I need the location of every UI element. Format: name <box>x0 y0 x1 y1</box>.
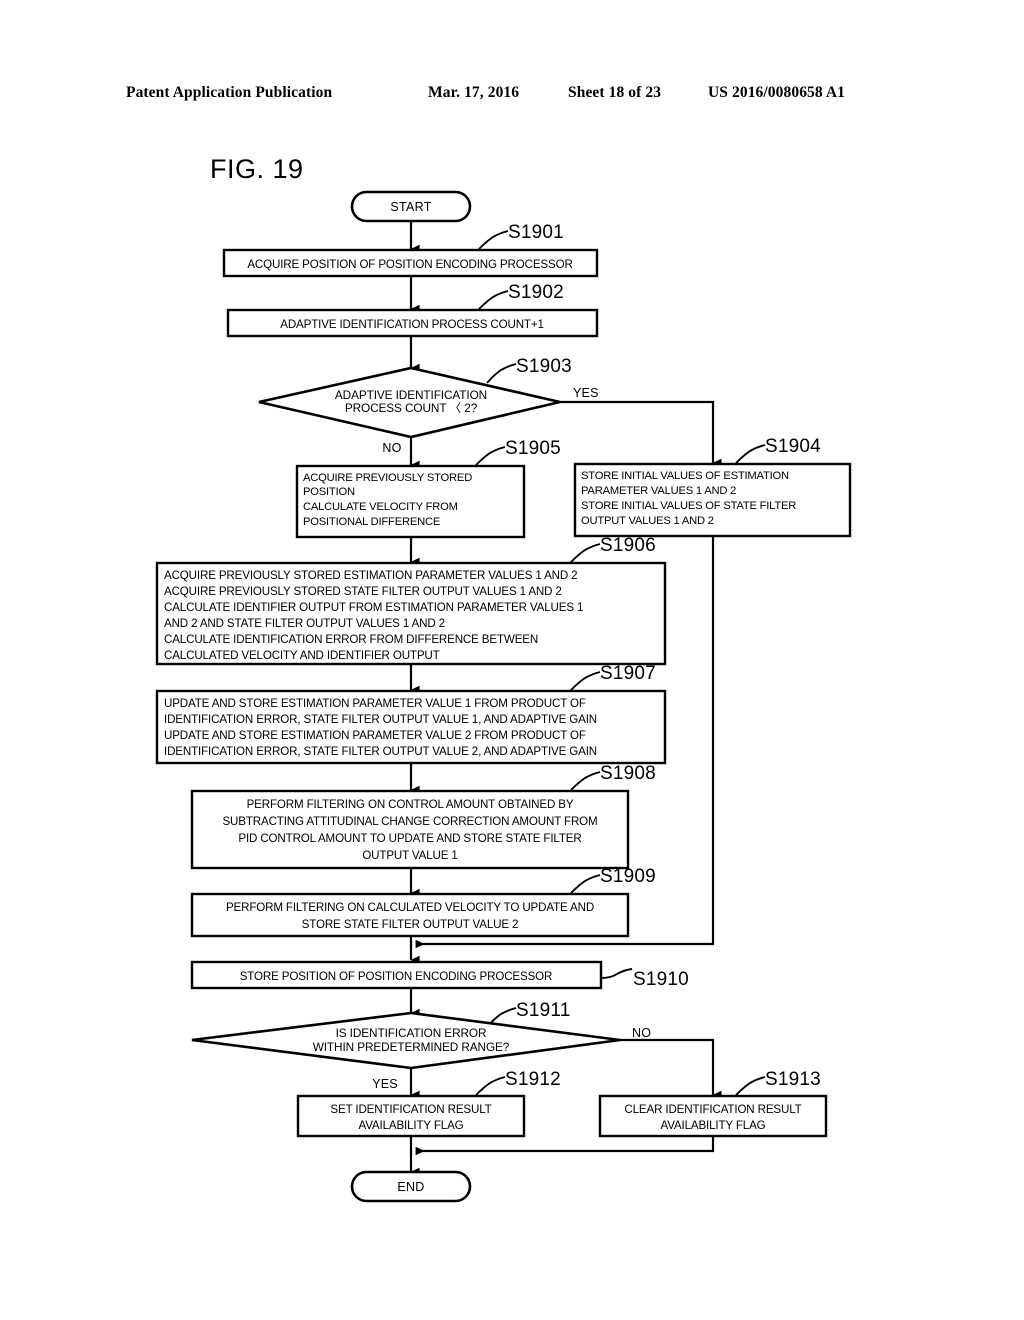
s1912-line-1: AVAILABILITY FLAG <box>358 1119 463 1132</box>
node-s1904[interactable]: STORE INITIAL VALUES OF ESTIMATION PARAM… <box>573 462 852 538</box>
step-label-s1908: S1908 <box>600 763 656 784</box>
leader-s1901 <box>478 230 509 250</box>
s1909-line-0: PERFORM FILTERING ON CALCULATED VELOCITY… <box>226 901 594 914</box>
node-s1902[interactable]: ADAPTIVE IDENTIFICATION PROCESS COUNT+1 <box>226 308 599 338</box>
end-label: END <box>397 1180 424 1194</box>
s1907-line-2: UPDATE AND STORE ESTIMATION PARAMETER VA… <box>164 729 586 742</box>
node-s1901[interactable]: ACQUIRE POSITION OF POSITION ENCODING PR… <box>222 248 599 278</box>
branch-label-s1903-no: NO <box>382 441 401 455</box>
s1910-line-0: STORE POSITION OF POSITION ENCODING PROC… <box>240 970 553 983</box>
leader-s1902 <box>478 290 509 310</box>
s1906-line-2: CALCULATE IDENTIFIER OUTPUT FROM ESTIMAT… <box>164 601 583 614</box>
node-s1906[interactable]: ACQUIRE PREVIOUSLY STORED ESTIMATION PAR… <box>155 561 667 666</box>
branch-label-s1903-yes: YES <box>573 386 599 400</box>
step-label-s1902: S1902 <box>508 282 564 303</box>
s1905-line-1: POSITION <box>303 486 355 498</box>
node-end[interactable]: END <box>350 1170 472 1203</box>
s1904-line-3: OUTPUT VALUES 1 AND 2 <box>581 515 714 527</box>
step-label-s1909: S1909 <box>600 866 656 887</box>
leader-s1913 <box>735 1076 766 1096</box>
s1909-line-1: STORE STATE FILTER OUTPUT VALUE 2 <box>302 918 519 931</box>
branch-label-s1911-yes: YES <box>372 1077 398 1091</box>
leader-s1909 <box>570 874 601 894</box>
s1913-line-0: CLEAR IDENTIFICATION RESULT <box>624 1103 801 1116</box>
s1908-line-3: OUTPUT VALUE 1 <box>362 849 457 862</box>
node-s1913[interactable]: CLEAR IDENTIFICATION RESULT AVAILABILITY… <box>598 1094 828 1138</box>
s1906-line-0: ACQUIRE PREVIOUSLY STORED ESTIMATION PAR… <box>164 569 577 582</box>
step-label-s1903: S1903 <box>516 356 572 377</box>
step-label-s1905: S1905 <box>505 438 561 459</box>
node-s1912[interactable]: SET IDENTIFICATION RESULT AVAILABILITY F… <box>296 1094 526 1138</box>
node-s1909[interactable]: PERFORM FILTERING ON CALCULATED VELOCITY… <box>190 892 630 938</box>
step-label-s1901: S1901 <box>508 222 564 243</box>
leader-s1912 <box>475 1076 506 1096</box>
s1905-line-3: POSITIONAL DIFFERENCE <box>303 516 440 528</box>
s1911-line-0: IS IDENTIFICATION ERROR <box>336 1026 487 1040</box>
leader-s1910 <box>600 968 633 979</box>
s1911-line-1: WITHIN PREDETERMINED RANGE? <box>313 1040 510 1054</box>
edge-s1903-yes-to-s1904 <box>560 400 722 468</box>
step-label-s1904: S1904 <box>765 436 821 457</box>
step-label-s1911: S1911 <box>516 1000 571 1021</box>
node-start[interactable]: START <box>350 190 472 223</box>
s1905-line-2: CALCULATE VELOCITY FROM <box>303 501 458 513</box>
s1906-line-4: CALCULATE IDENTIFICATION ERROR FROM DIFF… <box>164 633 538 646</box>
leader-s1908 <box>570 771 601 791</box>
step-label-s1906: S1906 <box>600 535 656 556</box>
s1907-line-1: IDENTIFICATION ERROR, STATE FILTER OUTPU… <box>164 713 597 726</box>
s1905-line-0: ACQUIRE PREVIOUSLY STORED <box>303 472 472 484</box>
leader-s1903 <box>486 363 517 384</box>
leader-s1904 <box>735 444 766 464</box>
s1906-line-3: AND 2 AND STATE FILTER OUTPUT VALUES 1 A… <box>164 617 445 630</box>
s1907-line-0: UPDATE AND STORE ESTIMATION PARAMETER VA… <box>164 697 586 710</box>
leader-s1907 <box>570 671 601 691</box>
node-s1905[interactable]: ACQUIRE PREVIOUSLY STORED POSITION CALCU… <box>295 464 526 539</box>
edge-s1913-to-end <box>415 1136 715 1156</box>
patent-figure-page: Patent Application Publication Mar. 17, … <box>0 0 1024 1320</box>
start-label: START <box>390 200 431 214</box>
node-s1907[interactable]: UPDATE AND STORE ESTIMATION PARAMETER VA… <box>155 689 667 765</box>
step-label-s1913: S1913 <box>765 1069 821 1090</box>
branch-label-s1911-no: NO <box>632 1026 651 1040</box>
s1906-line-1: ACQUIRE PREVIOUSLY STORED STATE FILTER O… <box>164 585 562 598</box>
s1904-line-0: STORE INITIAL VALUES OF ESTIMATION <box>581 470 789 482</box>
s1901-line-0: ACQUIRE POSITION OF POSITION ENCODING PR… <box>247 258 572 271</box>
leader-s1905 <box>475 446 506 466</box>
s1903-line-0: ADAPTIVE IDENTIFICATION <box>335 388 487 402</box>
step-label-s1912: S1912 <box>505 1069 561 1090</box>
s1908-line-2: PID CONTROL AMOUNT TO UPDATE AND STORE S… <box>238 832 581 845</box>
s1912-line-0: SET IDENTIFICATION RESULT <box>330 1103 491 1116</box>
edge-s1911-no-to-s1913 <box>620 1038 722 1100</box>
node-s1903[interactable]: ADAPTIVE IDENTIFICATION PROCESS COUNT 〈 … <box>258 366 561 439</box>
s1908-line-1: SUBTRACTING ATTITUDINAL CHANGE CORRECTIO… <box>222 815 597 828</box>
node-s1911[interactable]: IS IDENTIFICATION ERROR WITHIN PREDETERM… <box>191 1011 621 1070</box>
s1907-line-3: IDENTIFICATION ERROR, STATE FILTER OUTPU… <box>164 745 597 758</box>
flowchart-canvas: START ACQUIRE POSITION OF POSITION ENCOD… <box>155 190 852 1203</box>
s1903-line-1: PROCESS COUNT 〈 2? <box>345 401 478 415</box>
s1913-line-1: AVAILABILITY FLAG <box>660 1119 765 1132</box>
step-label-s1907: S1907 <box>600 663 656 684</box>
s1906-line-5: CALCULATED VELOCITY AND IDENTIFIER OUTPU… <box>164 649 440 662</box>
leader-s1906 <box>570 543 601 563</box>
s1908-line-0: PERFORM FILTERING ON CONTROL AMOUNT OBTA… <box>247 798 574 811</box>
s1904-line-1: PARAMETER VALUES 1 AND 2 <box>581 485 736 497</box>
node-s1910[interactable]: STORE POSITION OF POSITION ENCODING PROC… <box>190 960 603 990</box>
node-s1908[interactable]: PERFORM FILTERING ON CONTROL AMOUNT OBTA… <box>190 789 630 870</box>
s1904-line-2: STORE INITIAL VALUES OF STATE FILTER <box>581 500 796 512</box>
s1902-line-0: ADAPTIVE IDENTIFICATION PROCESS COUNT+1 <box>280 318 544 331</box>
step-label-s1910: S1910 <box>633 969 689 990</box>
